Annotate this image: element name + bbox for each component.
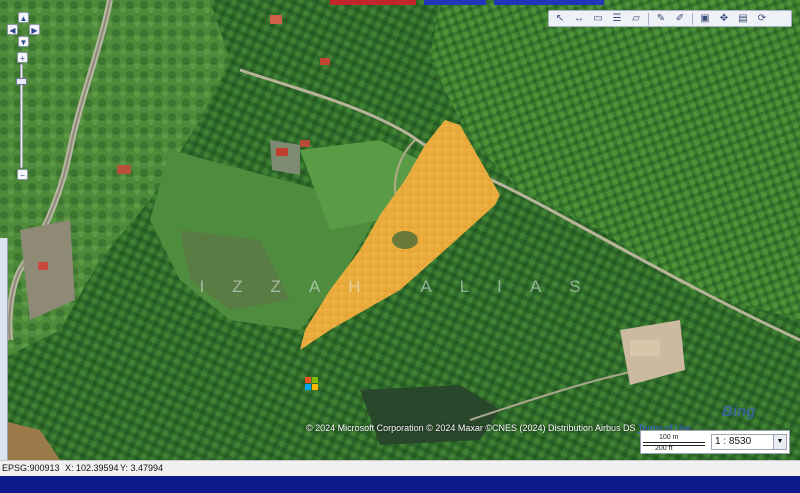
zoom-slider-thumb[interactable] bbox=[16, 78, 27, 85]
chevron-down-icon[interactable]: ▼ bbox=[773, 435, 786, 449]
pan-up-button[interactable]: ▲ bbox=[18, 12, 29, 23]
measure-area-icon[interactable]: ▭ bbox=[591, 13, 605, 25]
top-tab-blue-wide bbox=[494, 0, 604, 5]
pan-right-button[interactable]: ▶ bbox=[29, 24, 40, 35]
status-bar: EPSG:900913 X: 102.39594 Y: 3.47994 bbox=[0, 460, 800, 476]
attribution: © 2024 Microsoft Corporation © 2024 Maxa… bbox=[306, 423, 691, 433]
side-panel-edge[interactable] bbox=[0, 238, 8, 460]
pan-left-button[interactable]: ◀ bbox=[7, 24, 18, 35]
draw-icon[interactable]: ✎ bbox=[654, 13, 668, 25]
top-tab-blue bbox=[424, 0, 486, 5]
toolbar-divider bbox=[692, 12, 693, 25]
scale-bar-metric-label: 100 m bbox=[659, 434, 679, 441]
watermark-text: IZZAH ALIAS bbox=[199, 277, 609, 296]
zoom-out-button[interactable]: − bbox=[17, 169, 28, 180]
select-icon[interactable]: ↖ bbox=[553, 13, 567, 25]
scale-bar: 100 m 200 ft bbox=[643, 434, 707, 452]
map-view[interactable]: ▲ ◀ ▶ ▼ + − ↖ ↔ ▭ ☰ ▱ ✎ ✐ ▣ ✥ ▤ ⟳ IZZAH … bbox=[0, 0, 800, 460]
bing-logo: Bing bbox=[722, 403, 756, 420]
y-coordinate-readout: Y: 3.47994 bbox=[120, 463, 164, 473]
chevron-left-icon: ◀ bbox=[9, 26, 16, 35]
erase-icon[interactable]: ▱ bbox=[629, 13, 643, 25]
zoom-in-button[interactable]: + bbox=[17, 52, 28, 63]
scale-select-value: 1 : 8530 bbox=[715, 436, 752, 447]
x-coordinate-readout: X: 102.39594 bbox=[65, 463, 119, 473]
scale-select[interactable]: 1 : 8530 ▼ bbox=[711, 434, 787, 450]
projection-readout: EPSG:900913 bbox=[2, 463, 60, 473]
microsoft-logo-icon bbox=[305, 377, 319, 391]
chevron-right-icon: ▶ bbox=[31, 26, 38, 35]
satellite-imagery bbox=[0, 0, 800, 460]
toolbar-divider bbox=[648, 12, 649, 25]
map-toolbar: ↖ ↔ ▭ ☰ ▱ ✎ ✐ ▣ ✥ ▤ ⟳ bbox=[548, 10, 792, 27]
pan-icon[interactable]: ✥ bbox=[717, 13, 731, 25]
scale-control: 100 m 200 ft 1 : 8530 ▼ bbox=[640, 430, 790, 454]
layers-icon[interactable]: ☰ bbox=[610, 13, 624, 25]
pan-down-button[interactable]: ▼ bbox=[18, 36, 29, 47]
attribution-text: © 2024 Microsoft Corporation © 2024 Maxa… bbox=[306, 423, 636, 433]
window-bottom-bar bbox=[0, 476, 800, 493]
refresh-icon[interactable]: ⟳ bbox=[755, 13, 769, 25]
scale-bar-imperial-label: 200 ft bbox=[655, 445, 673, 452]
edit-icon[interactable]: ✐ bbox=[673, 13, 687, 25]
scale-bar-line bbox=[643, 442, 705, 446]
chevron-down-icon: ▼ bbox=[19, 38, 28, 47]
top-tab-red bbox=[330, 0, 416, 5]
measure-distance-icon[interactable]: ↔ bbox=[572, 13, 586, 25]
minus-icon: − bbox=[20, 171, 25, 180]
chevron-up-icon: ▲ bbox=[19, 14, 28, 23]
plus-icon: + bbox=[20, 54, 25, 63]
save-icon[interactable]: ▤ bbox=[736, 13, 750, 25]
print-icon[interactable]: ▣ bbox=[698, 13, 712, 25]
